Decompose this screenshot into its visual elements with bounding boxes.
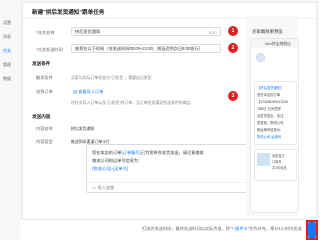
preview-order-card: 亲密宝贝 订单号 共1件商品: [254, 149, 297, 181]
bubble-line: 合发货发出，请注: [257, 114, 284, 118]
message-editor[interactable]: 您在本店的订单{订单编号}已为您拼合发货发出，请注意查收 物流公司和运单号信息为…: [86, 144, 258, 193]
card-line: 订单号: [272, 160, 282, 164]
task-name-label: *任务名称: [36, 30, 55, 35]
product-image: [257, 153, 270, 166]
nav-item-data[interactable]: 数据: [0, 74, 20, 83]
nav-item-messages[interactable]: 消息: [0, 32, 20, 41]
annotation-badge-2: 2: [228, 43, 238, 53]
section-trigger-title: 发送条件: [32, 61, 51, 66]
message-line-3: {物流公司}-{运单号}: [92, 166, 129, 171]
trigger-text: 买家与实际订单状态为"已发货"，需要自己发货: [71, 75, 152, 80]
bubble-line: 物流公司-运单号: [257, 135, 282, 139]
filter-hint: 仅针对导入订单以及"已发货"的订单，且订单包含满足所选条件的商品: [71, 100, 191, 105]
footer-note: 钉选为发送时间，最终发送时间以实际为准，将"+ 插件卡"作为补充，预计1小时内发…: [142, 226, 302, 231]
nav-item-settings[interactable]: 设置: [0, 18, 20, 27]
filter-label: 选择订单: [36, 89, 53, 94]
annotation-badge-3: 3: [228, 91, 238, 101]
smile-icon: ☺: [92, 185, 97, 190]
content-type-label: 内容类型: [36, 139, 53, 144]
message-line-1: 您在本店的订单{订单编号}已为您拼合发货发出，请注意查收: [92, 150, 204, 155]
task-name-count: 6/30: [209, 30, 217, 35]
card-line: 亲密宝贝: [272, 154, 285, 158]
card-line: 共1件商品: [272, 166, 287, 170]
footer-bar: 钉选为发送时间，最终发送时间以实际为准，将"+ 插件卡"作为补充，预计1小时内发…: [20, 219, 319, 240]
save-button-highlight: [306, 220, 318, 240]
insert-variable-button[interactable]: ☺ 插入变量: [92, 185, 114, 191]
left-nav: 设置 消息 任务 管理 数据: [0, 0, 21, 240]
page-title: 新建"拼后发货通知"跟单任务: [32, 10, 105, 16]
annotation-badge-1: 1: [228, 26, 238, 36]
editor-toolbar: ☺ 插入变量: [87, 182, 257, 192]
task-time-label: *任务发送时间: [36, 47, 63, 52]
preview-message-bubble: 【拼后发货通知】 您在本店的订单 【123456789012345 7890】已…: [254, 81, 297, 145]
nav-item-manage[interactable]: 管理: [0, 60, 20, 69]
main-area: 新建"拼后发货通知"跟单任务 *任务名称 拼后发货通知 6/30 1 *任务发送…: [20, 0, 319, 240]
message-line-2: 物流公司和运单号信息为：: [92, 158, 143, 163]
preview-panel: 买家端效果预览 Mini拼宝旗舰店 【拼后发货通知】 您在本店的订单 【1234…: [246, 16, 299, 216]
section-content-title: 发送内容: [32, 114, 51, 119]
preview-title: 买家端效果预览: [252, 29, 283, 34]
bubble-line: 您在本店的订单: [257, 93, 281, 97]
bubble-line: 和运单号信息为：: [257, 128, 284, 132]
bubble-line: 【123456789012345: [257, 100, 288, 104]
trigger-label: 触发条件: [36, 75, 53, 80]
content-name-value: 拼后发货通知: [71, 126, 95, 131]
task-time-select[interactable]: 推荐在以下时间（非发送时间00:00~21:00，则延迟到次日9:00执行）: [71, 44, 221, 53]
bubble-line: 意查收，物流公司: [257, 121, 284, 125]
phone-preview: Mini拼宝旗舰店 【拼后发货通知】 您在本店的订单 【123456789012…: [250, 38, 299, 213]
preview-shop-name: Mini拼宝旗舰店: [265, 42, 291, 46]
view-orders-link[interactable]: ▤ 查看导入订单: [73, 89, 103, 95]
task-name-input[interactable]: 拼后发货通知: [71, 27, 221, 36]
shop-avatar: [256, 53, 265, 62]
document-icon: ▤: [73, 89, 77, 94]
content-name-label: 内容名称: [36, 126, 53, 131]
bubble-line: 7890】已为您拼: [257, 107, 281, 111]
nav-item-tasks[interactable]: 任务: [0, 46, 20, 55]
bubble-line: 【拼后发货通知】: [257, 86, 284, 90]
